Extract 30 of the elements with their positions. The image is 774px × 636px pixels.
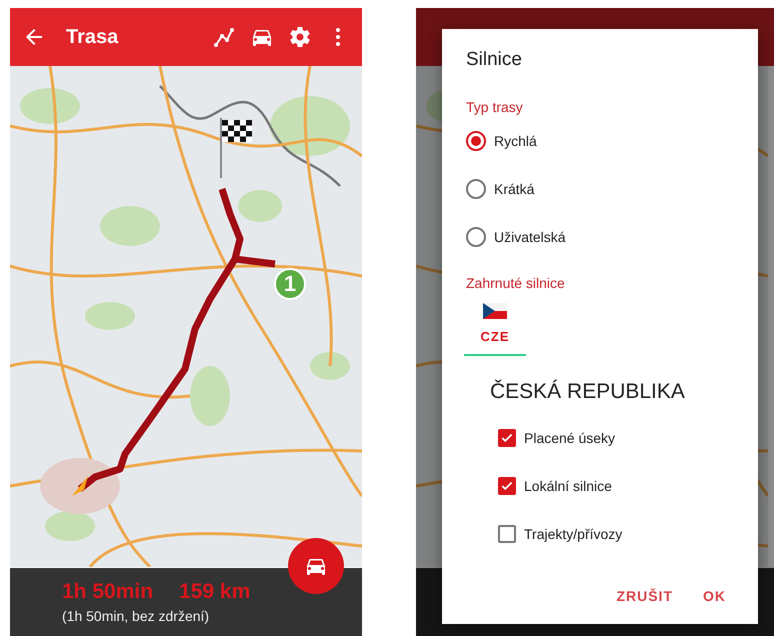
settings-icon[interactable] bbox=[288, 25, 312, 49]
route-distance: 159 km bbox=[179, 580, 250, 604]
section-heading: Zahrnuté silnice bbox=[466, 275, 566, 291]
travel-time: 1h 50min bbox=[62, 580, 154, 604]
checkbox[interactable] bbox=[498, 477, 516, 495]
route-type-option[interactable]: Krátká bbox=[466, 165, 534, 213]
position-arrow-icon bbox=[72, 476, 88, 496]
toolbar-title: Trasa bbox=[66, 26, 120, 48]
checkbox[interactable] bbox=[498, 525, 516, 543]
radio-button[interactable] bbox=[466, 131, 486, 151]
road-option[interactable]: Placené úseky bbox=[498, 418, 734, 458]
road-option[interactable]: Lokální silnice bbox=[498, 466, 734, 506]
country-tab[interactable]: CZE bbox=[464, 303, 526, 356]
section-heading: Typ trasy bbox=[466, 99, 524, 115]
check-icon bbox=[500, 431, 514, 445]
route-icon[interactable] bbox=[212, 25, 236, 49]
route-type-option[interactable]: Rychlá bbox=[466, 117, 537, 165]
travel-time-detail: (1h 50min, bez zdržení) bbox=[62, 608, 210, 624]
dialog-action-button[interactable]: ZRUŠIT bbox=[608, 580, 681, 612]
road-option[interactable]: Trajekty/přívozy bbox=[498, 514, 734, 554]
dialog-title: Silnice bbox=[466, 49, 523, 71]
radio-button[interactable] bbox=[466, 227, 486, 247]
check-icon bbox=[500, 479, 514, 493]
country-name: ČESKÁ REPUBLIKA bbox=[490, 380, 686, 404]
checkbox[interactable] bbox=[498, 429, 516, 447]
finish-flag-icon bbox=[218, 118, 254, 178]
flag-icon bbox=[483, 303, 507, 319]
route-type-option[interactable]: Uživatelská bbox=[466, 213, 566, 261]
dialog-action-button[interactable]: OK bbox=[695, 580, 734, 612]
radio-button[interactable] bbox=[466, 179, 486, 199]
